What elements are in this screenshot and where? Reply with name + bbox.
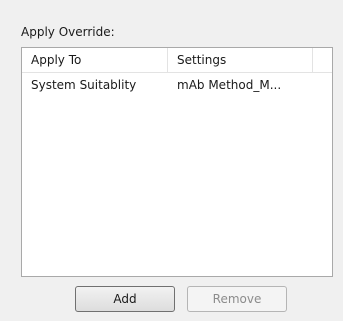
override-list[interactable]: Apply To Settings System Suitablity mAb … [21,47,333,277]
list-row[interactable]: System Suitablity mAb Method_M... [22,73,332,97]
column-header-filler [313,48,332,72]
row-settings: mAb Method_M... [177,78,282,92]
column-header-apply-to[interactable]: Apply To [22,48,168,72]
apply-override-panel: Apply Override: Apply To Settings System… [0,0,343,321]
list-header: Apply To Settings [22,48,332,73]
remove-button[interactable]: Remove [187,286,287,312]
apply-override-label: Apply Override: [21,25,115,39]
add-button[interactable]: Add [75,286,175,312]
row-apply-to: System Suitablity [31,78,137,92]
column-header-settings[interactable]: Settings [168,48,313,72]
